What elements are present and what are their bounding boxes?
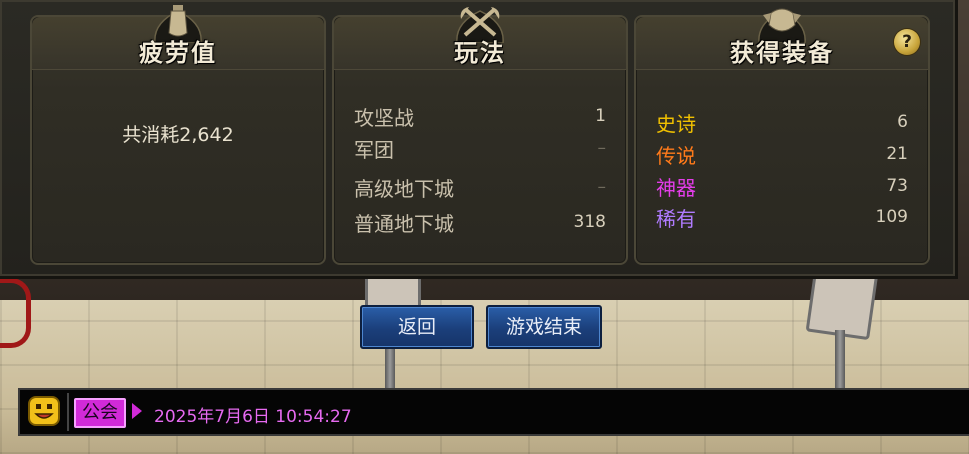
fatigue-panel: 疲劳值 共消耗2,642 [30,5,326,265]
guild-channel-tag[interactable]: 公会 [74,398,126,428]
end-game-button[interactable]: 游戏结束 [486,305,602,349]
gameplay-row: 攻坚战 1 [354,101,606,131]
equipment-rarity-rare: 稀有 [656,206,696,231]
equipment-count: 6 [897,112,908,132]
gameplay-title: 玩法 [454,38,506,67]
gameplay-row-label: 攻坚战 [354,105,414,130]
equipment-rarity-legendary: 传说 [656,143,696,168]
fatigue-panel-header: 疲劳值 [32,5,324,70]
guild-tag-arrow [132,403,142,419]
gameplay-row-value: – [597,177,607,197]
gameplay-row-label: 普通地下城 [354,211,454,236]
chat-timestamp: 2025年7月6日 10:54:27 [154,407,352,427]
fatigue-total: 共消耗2,642 [122,124,234,146]
background-pole-right [835,330,845,390]
gameplay-panel: 玩法 攻坚战 1 军团 – 高级地下城 – 普通地下城 318 [332,7,628,265]
equipment-row: 传说 21 [656,139,908,169]
gameplay-panel-header: 玩法 [334,7,626,70]
equipment-title: 获得装备 [730,38,834,67]
gameplay-row-value: 318 [573,212,606,232]
gameplay-row: 高级地下城 – [354,172,606,202]
gameplay-row: 普通地下城 318 [354,207,606,237]
gameplay-row-label: 军团 [354,137,394,162]
equipment-panel-header: 获得装备 ? [636,8,928,70]
help-icon[interactable]: ? [894,29,920,55]
gameplay-row-label: 高级地下城 [354,176,454,201]
chat-divider [67,393,69,431]
fatigue-title: 疲劳值 [139,38,217,67]
gameplay-row-value: – [597,138,607,158]
equipment-rarity-artifact: 神器 [656,175,696,200]
equipment-row: 神器 73 [656,171,908,201]
background-red-ring [0,278,31,348]
equipment-row: 史诗 6 [656,107,908,137]
equipment-count: 21 [886,144,908,164]
equipment-count: 73 [886,176,908,196]
back-button[interactable]: 返回 [360,305,474,349]
results-window: 疲劳值 共消耗2,642 玩法 攻坚战 1 军团 – 高级地下城 – 普通地下城 [0,0,958,279]
emoji-face-icon[interactable] [28,396,60,426]
equipment-rarity-epic: 史诗 [656,111,696,136]
chat-bar: 公会 2025年7月6日 10:54:27 [18,388,969,436]
gameplay-row: 军团 – [354,133,606,163]
equipment-panel: 获得装备 ? 史诗 6 传说 21 神器 73 稀有 109 [634,8,930,265]
equipment-row: 稀有 109 [656,202,908,232]
equipment-count: 109 [875,207,908,227]
gameplay-row-value: 1 [595,106,606,126]
